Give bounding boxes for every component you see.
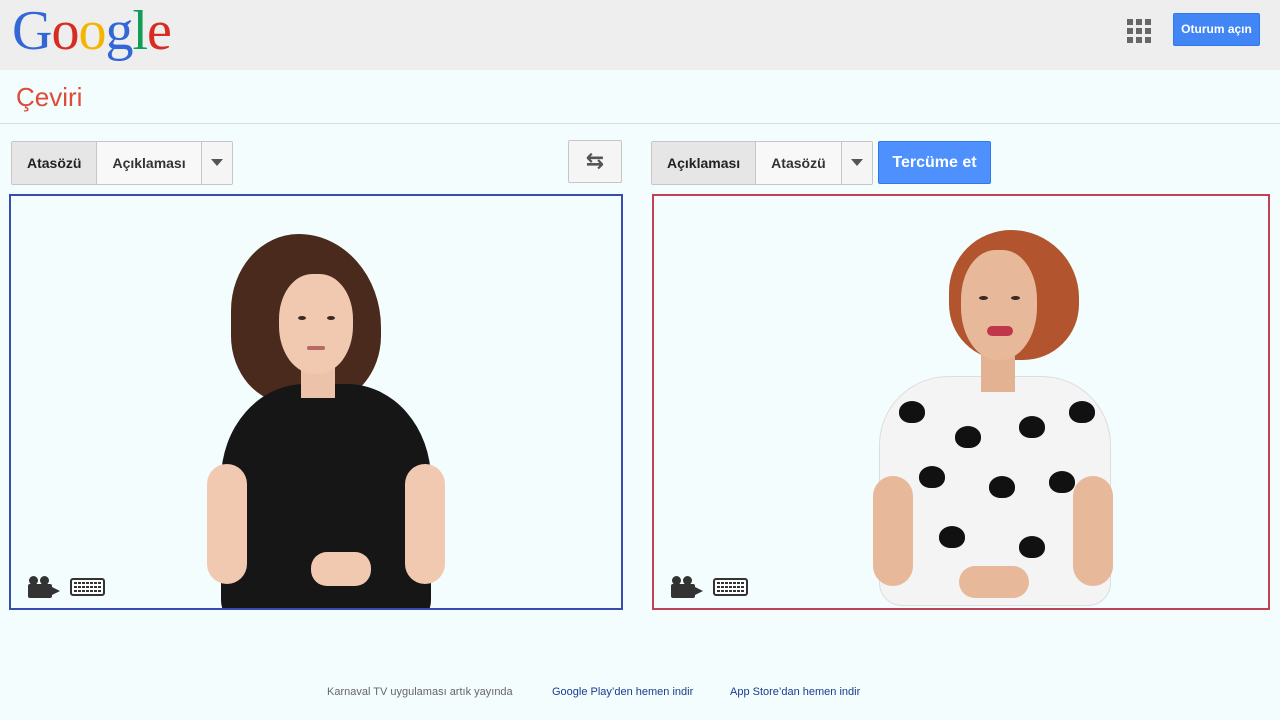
apps-grid-icon[interactable] <box>1127 19 1151 43</box>
person-image-left <box>201 234 445 608</box>
target-lang-tab-2[interactable]: Atasözü <box>756 142 842 184</box>
target-panel[interactable] <box>652 194 1270 610</box>
video-camera-icon[interactable] <box>671 576 703 598</box>
divider <box>0 123 1280 124</box>
keyboard-icon[interactable] <box>70 578 105 596</box>
footer: Karnaval TV uygulaması artık yayında Goo… <box>0 684 1280 702</box>
source-lang-tab-1[interactable]: Atasözü <box>12 142 98 184</box>
swap-arrows-icon: ⇆ <box>585 148 605 173</box>
logo-letter: e <box>147 0 172 62</box>
chevron-down-icon[interactable] <box>201 142 232 184</box>
app-store-link[interactable]: App Store’dan hemen indir <box>730 686 860 698</box>
logo-letter: o <box>78 0 106 62</box>
sign-in-button[interactable]: Oturum açın <box>1173 13 1260 46</box>
swap-languages-button[interactable]: ⇆ <box>568 140 622 183</box>
footer-note: Karnaval TV uygulaması artık yayında <box>327 686 513 698</box>
source-language-bar: Atasözü Açıklaması <box>11 141 233 185</box>
google-play-link[interactable]: Google Play’den hemen indir <box>552 686 693 698</box>
logo-letter: g <box>105 0 133 62</box>
logo-letter: l <box>132 0 148 62</box>
source-panel[interactable] <box>9 194 623 610</box>
source-lang-tab-2[interactable]: Açıklaması <box>97 142 202 184</box>
keyboard-icon[interactable] <box>713 578 748 596</box>
google-logo[interactable]: Google <box>12 0 172 66</box>
logo-letter: G <box>12 0 52 62</box>
video-camera-icon[interactable] <box>28 576 60 598</box>
person-image-right <box>869 226 1113 608</box>
translate-button[interactable]: Tercüme et <box>878 141 991 184</box>
target-lang-tab-1[interactable]: Açıklaması <box>652 142 757 184</box>
chevron-down-icon[interactable] <box>841 142 872 184</box>
page-title: Çeviri <box>16 82 83 112</box>
target-language-bar: Açıklaması Atasözü <box>651 141 873 185</box>
top-bar: Google Oturum açın <box>0 0 1280 70</box>
logo-letter: o <box>51 0 79 62</box>
